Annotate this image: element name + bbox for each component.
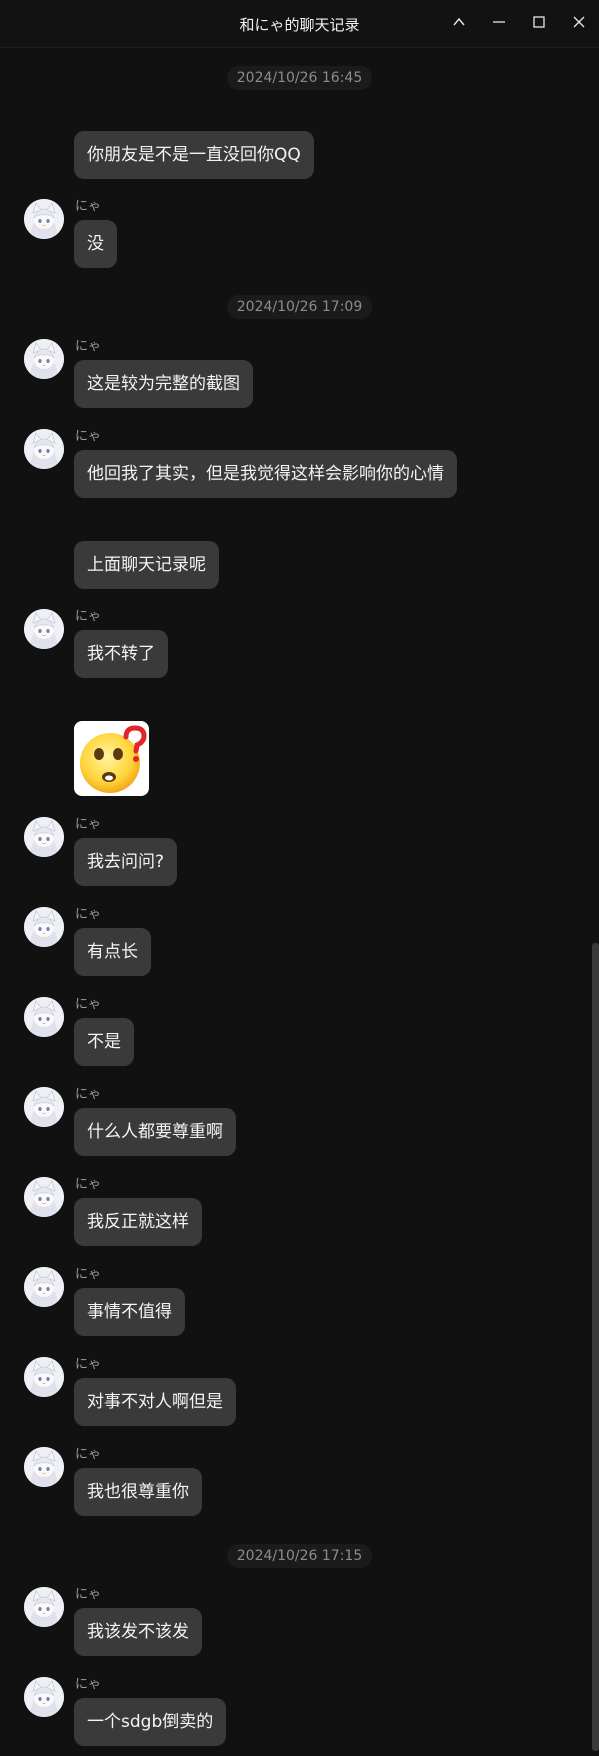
message-bubble[interactable]: 你朋友是不是一直没回你QQ: [74, 131, 314, 179]
scrollbar[interactable]: [591, 48, 599, 1756]
anime-girl-avatar-icon: [24, 1267, 64, 1307]
avatar[interactable]: [24, 907, 64, 947]
sender-name: にゃ: [75, 1677, 102, 1692]
sender-name: にゃ: [75, 1587, 102, 1602]
sender-name: にゃ: [75, 817, 102, 832]
avatar[interactable]: [24, 1267, 64, 1307]
sender-name: にゃ: [75, 429, 102, 444]
anime-girl-avatar-icon: [24, 429, 64, 469]
message-bubble[interactable]: 上面聊天记录呢: [74, 541, 219, 589]
message-bubble[interactable]: 什么人都要尊重啊: [74, 1108, 236, 1156]
anime-girl-avatar-icon: [24, 907, 64, 947]
anime-girl-avatar-icon: [24, 339, 64, 379]
anime-girl-avatar-icon: [24, 817, 64, 857]
avatar[interactable]: [24, 199, 64, 239]
sender-name: にゃ: [75, 199, 102, 214]
timestamp: 2024/10/26 17:15: [0, 1544, 599, 1568]
avatar[interactable]: [24, 609, 64, 649]
message-bubble[interactable]: 我该发不该发: [74, 1608, 202, 1656]
sender-name: にゃ: [75, 1177, 102, 1192]
anime-girl-avatar-icon: [24, 1677, 64, 1717]
message-bubble[interactable]: 不是: [74, 1018, 134, 1066]
close-icon: [573, 16, 585, 28]
message-bubble[interactable]: 我也很尊重你: [74, 1468, 202, 1516]
avatar[interactable]: [24, 1677, 64, 1717]
avatar[interactable]: [24, 1447, 64, 1487]
avatar[interactable]: [24, 817, 64, 857]
avatar[interactable]: [24, 339, 64, 379]
message-bubble[interactable]: 我去问问?: [74, 838, 178, 886]
avatar[interactable]: [24, 1087, 64, 1127]
maximize-icon: [533, 16, 545, 28]
message-bubble[interactable]: 事情不值得: [74, 1288, 185, 1336]
scrollbar-thumb[interactable]: [592, 943, 599, 1751]
sender-name: にゃ: [75, 1447, 102, 1462]
message-bubble[interactable]: 我不转了: [74, 630, 168, 678]
timestamp: 2024/10/26 16:45: [0, 66, 599, 90]
minimize-button[interactable]: [481, 6, 517, 38]
minimize-icon: [493, 21, 505, 23]
message-bubble[interactable]: 他回我了其实，但是我觉得这样会影响你的心情: [74, 450, 457, 498]
sender-name: にゃ: [75, 997, 102, 1012]
anime-girl-avatar-icon: [24, 1447, 64, 1487]
message-bubble[interactable]: 这是较为完整的截图: [74, 360, 253, 408]
avatar[interactable]: [24, 997, 64, 1037]
avatar[interactable]: [24, 1177, 64, 1217]
anime-girl-avatar-icon: [24, 199, 64, 239]
close-button[interactable]: [561, 6, 597, 38]
chevron-up-icon: [453, 17, 465, 26]
avatar[interactable]: [24, 429, 64, 469]
timestamp: 2024/10/26 17:09: [0, 295, 599, 319]
anime-girl-avatar-icon: [24, 609, 64, 649]
avatar[interactable]: [24, 1587, 64, 1627]
sender-name: にゃ: [75, 1357, 102, 1372]
anime-girl-avatar-icon: [24, 1587, 64, 1627]
anime-girl-avatar-icon: [24, 997, 64, 1037]
sender-name: にゃ: [75, 907, 102, 922]
anime-girl-avatar-icon: [24, 1087, 64, 1127]
title-bar: 和にゃ的聊天记录: [0, 0, 599, 48]
sender-name: にゃ: [75, 609, 102, 624]
collapse-button[interactable]: [441, 6, 477, 38]
sender-name: にゃ: [75, 339, 102, 354]
message-bubble[interactable]: 一个sdgb倒卖的: [74, 1698, 227, 1746]
confused-face-emoji-icon: [80, 725, 147, 793]
message-bubble[interactable]: 没: [74, 220, 117, 268]
message-bubble[interactable]: 对事不对人啊但是: [74, 1378, 236, 1426]
maximize-button[interactable]: [521, 6, 557, 38]
sticker-image[interactable]: [74, 721, 149, 796]
anime-girl-avatar-icon: [24, 1177, 64, 1217]
sender-name: にゃ: [75, 1267, 102, 1282]
chat-history[interactable]: 2024/10/26 16:45 你朋友是不是一直没回你QQ にゃ 没 2024…: [0, 48, 599, 1756]
message-bubble[interactable]: 有点长: [74, 928, 151, 976]
message-bubble[interactable]: 我反正就这样: [74, 1198, 202, 1246]
anime-girl-avatar-icon: [24, 1357, 64, 1397]
avatar[interactable]: [24, 1357, 64, 1397]
sender-name: にゃ: [75, 1087, 102, 1102]
